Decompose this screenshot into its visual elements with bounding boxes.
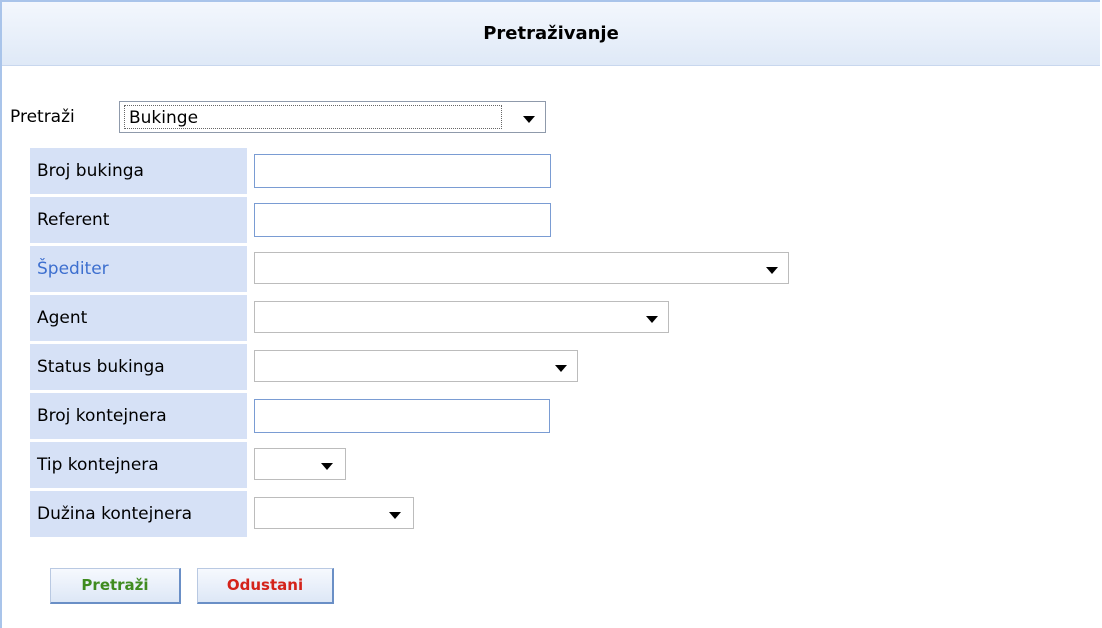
panel-header: Pretraživanje [2,0,1100,66]
search-panel: Pretraživanje Pretraži Bukinge Broj buki… [0,0,1100,628]
search-type-select[interactable]: Bukinge [119,101,546,133]
search-type-value: Bukinge [124,105,502,129]
chevron-down-icon [321,463,333,470]
field-label-referent: Referent [30,197,247,243]
chevron-down-icon [555,365,567,372]
field-label-broj-kontejnera: Broj kontejnera [30,393,247,439]
status-bukinga-select[interactable] [254,350,578,382]
field-label-tip-kontejnera: Tip kontejnera [30,442,247,488]
agent-select[interactable] [254,301,669,333]
referent-input[interactable] [254,203,551,237]
chevron-down-icon [766,267,778,274]
search-button[interactable]: Pretraži [50,568,181,604]
spediter-select[interactable] [254,252,789,284]
field-label-status-bukinga: Status bukinga [30,344,247,390]
broj-bukinga-input[interactable] [254,154,551,188]
field-label-broj-bukinga: Broj bukinga [30,148,247,194]
duzina-kontejnera-select[interactable] [254,497,414,529]
field-label-spediter[interactable]: Špediter [30,246,247,292]
chevron-down-icon [523,116,535,123]
cancel-button[interactable]: Odustani [197,568,334,604]
field-label-agent: Agent [30,295,247,341]
search-type-label: Pretraži [10,107,75,127]
field-label-duzina-kontejnera: Dužina kontejnera [30,491,247,537]
broj-kontejnera-input[interactable] [254,399,550,433]
chevron-down-icon [646,316,658,323]
chevron-down-icon [389,512,401,519]
tip-kontejnera-select[interactable] [254,448,346,480]
panel-title: Pretraživanje [483,23,619,44]
